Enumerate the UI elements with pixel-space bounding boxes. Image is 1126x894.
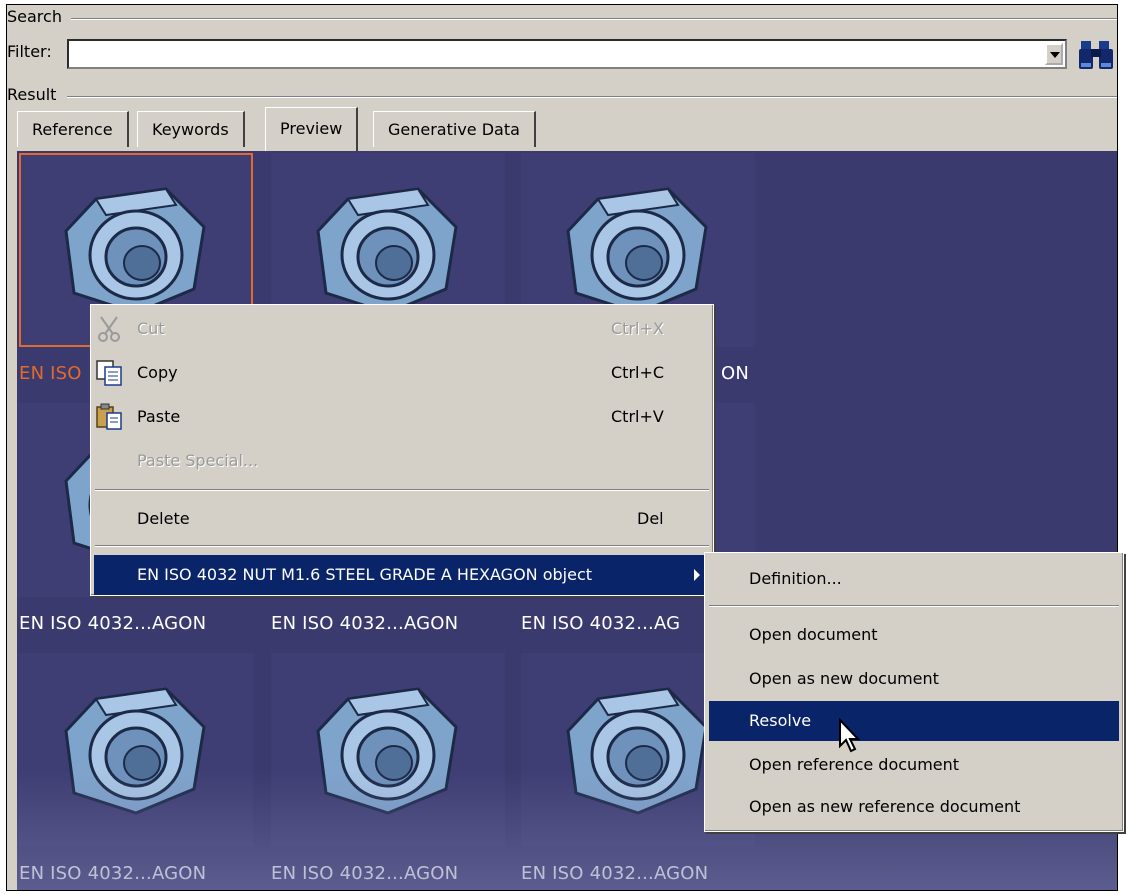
preview-caption: EN ISO <box>19 363 82 384</box>
hex-nut-icon <box>64 687 206 815</box>
menu-item-cut-label: Cut <box>137 319 165 338</box>
menu-item-cut-shortcut: Ctrl+X <box>611 319 664 338</box>
paste-icon <box>96 403 122 430</box>
menu-item-paste-shortcut: Ctrl+V <box>611 407 664 426</box>
menu-item-copy-label: Copy <box>137 363 178 382</box>
menu-item-delete-shortcut: Del <box>637 509 664 528</box>
hex-nut-icon <box>316 687 458 815</box>
tab-preview[interactable]: Preview <box>265 107 359 151</box>
submenu-item-open-document-label: Open document <box>749 625 878 644</box>
menu-item-paste-special[interactable]: Paste Special... <box>91 441 713 481</box>
hex-nut-icon <box>566 687 708 815</box>
menu-item-paste-special-label: Paste Special... <box>137 451 259 470</box>
preview-caption: EN ISO 4032...AGON <box>271 863 459 884</box>
binoculars-icon <box>1079 41 1113 69</box>
submenu-separator <box>709 605 1119 607</box>
menu-separator <box>95 545 709 547</box>
find-binoculars-button[interactable] <box>1077 35 1115 73</box>
copy-icon <box>96 360 122 386</box>
preview-caption: EN ISO 4032...AGON <box>521 863 709 884</box>
menu-item-delete[interactable]: Delete Del <box>91 499 713 539</box>
tab-reference[interactable]: Reference <box>17 111 129 147</box>
submenu-item-resolve[interactable]: Resolve <box>709 701 1119 741</box>
menu-separator <box>95 489 709 491</box>
result-group-label: Result <box>7 85 61 104</box>
preview-caption: EN ISO 4032...AGON <box>19 863 207 884</box>
menu-item-paste[interactable]: Paste Ctrl+V <box>91 397 713 437</box>
search-group-label: Search <box>7 7 66 26</box>
preview-caption: EN ISO 4032...AGON <box>271 613 459 634</box>
hex-nut-icon <box>64 187 206 315</box>
submenu-item-open-as-new-reference-document[interactable]: Open as new reference document <box>705 787 1123 827</box>
result-group-divider <box>67 96 1117 98</box>
object-submenu: Definition... Open document Open as new … <box>704 552 1124 832</box>
hex-nut-icon <box>566 187 708 315</box>
preview-item[interactable] <box>271 653 505 847</box>
menu-item-object-label: EN ISO 4032 NUT M1.6 STEEL GRADE A HEXAG… <box>137 565 593 584</box>
hex-nut-icon <box>316 187 458 315</box>
submenu-item-resolve-label: Resolve <box>749 711 812 730</box>
submenu-arrow-icon <box>694 569 700 581</box>
preview-item[interactable] <box>19 653 253 847</box>
submenu-item-open-reference-document[interactable]: Open reference document <box>705 745 1123 785</box>
preview-caption: EN ISO 4032...AGON <box>19 613 207 634</box>
submenu-item-open-document[interactable]: Open document <box>705 615 1123 655</box>
menu-item-delete-label: Delete <box>137 509 190 528</box>
result-tabbar: Reference Keywords Preview Generative Da… <box>7 107 1117 151</box>
context-menu: Cut Ctrl+X Copy Ctrl+C Paste Ctrl+V Past… <box>90 304 714 596</box>
preview-caption: EN ISO 4032...AG <box>521 613 681 634</box>
scissors-icon <box>98 316 120 342</box>
tab-generative-data[interactable]: Generative Data <box>373 111 536 147</box>
menu-item-paste-label: Paste <box>137 407 181 426</box>
mouse-pointer-icon <box>839 718 861 753</box>
filter-dropdown-button[interactable] <box>1045 43 1063 65</box>
tab-keywords[interactable]: Keywords <box>137 111 245 147</box>
menu-item-object-submenu[interactable]: EN ISO 4032 NUT M1.6 STEEL GRADE A HEXAG… <box>94 555 710 595</box>
filter-label: Filter: <box>7 42 52 61</box>
submenu-item-open-as-new-document[interactable]: Open as new document <box>705 659 1123 699</box>
filter-combo-input[interactable] <box>67 39 1067 69</box>
submenu-item-definition[interactable]: Definition... <box>705 559 1123 599</box>
submenu-item-open-as-new-document-label: Open as new document <box>749 669 939 688</box>
menu-item-cut[interactable]: Cut Ctrl+X <box>91 309 713 349</box>
menu-item-copy-shortcut: Ctrl+C <box>611 363 665 382</box>
preview-caption: ON <box>721 363 750 384</box>
submenu-item-open-as-new-reference-document-label: Open as new reference document <box>749 797 1021 816</box>
search-group-divider <box>71 18 1117 20</box>
menu-item-copy[interactable]: Copy Ctrl+C <box>91 353 713 393</box>
submenu-item-definition-label: Definition... <box>749 569 842 588</box>
